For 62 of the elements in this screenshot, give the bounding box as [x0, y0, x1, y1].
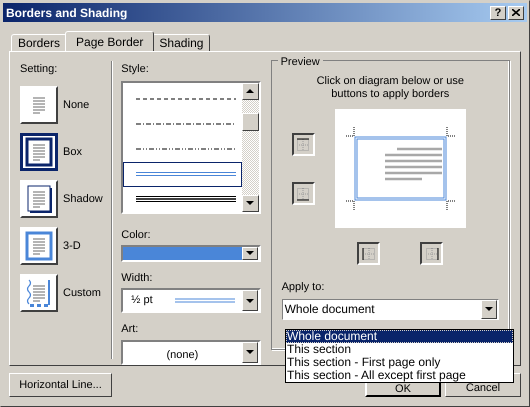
border-edge-icon: [295, 186, 312, 202]
down-arrow-icon: [246, 201, 254, 205]
tab[interactable]: Borders: [11, 34, 68, 51]
dropdown-option[interactable]: This section: [286, 343, 513, 356]
page-icon: [23, 136, 55, 168]
setting-option[interactable]: [20, 133, 58, 171]
down-arrow-icon: [246, 251, 254, 256]
option-label: Custom: [63, 286, 101, 301]
border-toggle-button[interactable]: [292, 133, 315, 156]
dropdown-button[interactable]: [242, 290, 258, 311]
scrollbar[interactable]: [242, 82, 259, 212]
tab[interactable]: Shading: [152, 34, 210, 51]
border-edge-icon: [424, 246, 440, 262]
up-arrow-icon: [246, 89, 254, 93]
window-title: Borders and Shading: [6, 4, 128, 22]
line-style-icon: [136, 195, 236, 203]
close-icon: [512, 9, 520, 16]
dropdown-value: ½ pt: [131, 293, 154, 308]
option-label: Box: [63, 144, 82, 160]
width-dropdown[interactable]: ½ pt: [121, 288, 261, 313]
instruction-text: Click on diagram below or use buttons to apply borders: [316, 75, 465, 101]
dropdown-list[interactable]: Whole document This section This section - First page only This section - All except first page: [285, 329, 514, 383]
page-icon: [23, 230, 55, 262]
close-button[interactable]: [508, 6, 524, 20]
scroll-up-button[interactable]: [242, 82, 259, 100]
option-label: None: [63, 98, 90, 113]
border-toggle-button[interactable]: [292, 182, 315, 205]
dropdown-button[interactable]: [242, 247, 258, 260]
dropdown-button[interactable]: [242, 342, 258, 363]
down-arrow-icon: [246, 298, 254, 303]
style-option[interactable]: [123, 162, 242, 186]
art-dropdown[interactable]: (none): [121, 340, 261, 365]
scroll-down-button[interactable]: [242, 194, 259, 212]
dropdown-option[interactable]: This section - First page only: [286, 356, 513, 369]
option-label: 3-D: [63, 238, 81, 254]
line-style-icon: [136, 170, 236, 178]
border-edge-icon: [360, 246, 377, 262]
help-button[interactable]: ?: [490, 6, 506, 20]
scroll-thumb[interactable]: [242, 112, 259, 130]
page-preview[interactable]: [334, 109, 466, 228]
tab[interactable]: Page Border: [65, 31, 154, 51]
field-label: Style:: [121, 62, 150, 77]
color-dropdown[interactable]: [121, 245, 261, 262]
line-sample-icon: [175, 298, 236, 304]
apply-to-dropdown[interactable]: Whole document: [282, 298, 500, 320]
down-arrow-icon: [485, 307, 494, 311]
horizontal-line-button[interactable]: Horizontal Line...: [9, 373, 112, 397]
border-toggle-button[interactable]: [420, 242, 444, 265]
border-toggle-button[interactable]: [357, 242, 380, 265]
dropdown-button[interactable]: [481, 300, 498, 318]
field-label: Art:: [121, 322, 140, 337]
dropdown-option[interactable]: Whole document: [286, 330, 513, 343]
field-label: Width:: [121, 270, 154, 286]
option-label: Shadow: [63, 192, 103, 207]
dropdown-value: (none): [166, 348, 198, 362]
down-arrow-icon: [246, 350, 254, 354]
field-label: Apply to:: [282, 280, 326, 295]
style-list[interactable]: [121, 80, 261, 214]
dropdown-value: Whole document: [284, 301, 375, 318]
field-label: Setting:: [20, 62, 58, 77]
border-edge-icon: [295, 136, 312, 152]
field-label: Color:: [121, 228, 152, 242]
